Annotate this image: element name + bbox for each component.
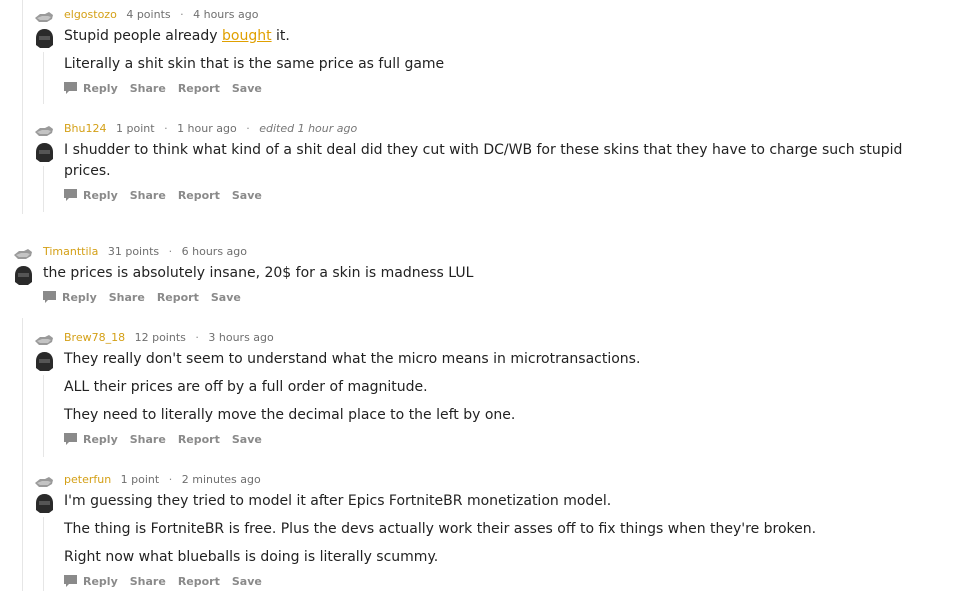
comment-body-line: I shudder to think what kind of a shit d… xyxy=(64,142,903,158)
report-button[interactable]: Report xyxy=(157,291,199,304)
reply-button[interactable]: Reply xyxy=(83,82,118,95)
points-text: 1 point xyxy=(116,122,155,135)
share-button[interactable]: Share xyxy=(109,291,145,304)
comment-body-line: ALL their prices are off by a full order… xyxy=(64,379,428,395)
body-text: it. xyxy=(271,28,290,44)
helmet-avatar-icon xyxy=(36,352,53,371)
comment-body-line: The thing is FortniteBR is free. Plus th… xyxy=(64,521,817,537)
comment-actions: Reply Share Report Save xyxy=(64,189,274,203)
meta-separator: · xyxy=(168,245,173,258)
helmet-avatar-icon xyxy=(15,266,32,285)
timestamp-text: 4 hours ago xyxy=(193,8,259,21)
meta-separator: · xyxy=(246,122,250,135)
save-button[interactable]: Save xyxy=(232,575,262,588)
save-button[interactable]: Save xyxy=(232,433,262,446)
upvote-arrow-icon[interactable] xyxy=(34,334,54,346)
speech-bubble-icon[interactable] xyxy=(64,433,77,445)
comment-body-line: I'm guessing they tried to model it afte… xyxy=(64,493,612,509)
report-button[interactable]: Report xyxy=(178,575,220,588)
points-text: 4 points xyxy=(126,8,171,21)
upvote-arrow-icon[interactable] xyxy=(34,125,54,137)
speech-bubble-icon[interactable] xyxy=(43,291,56,303)
comment-body-line: Stupid people already bought it. xyxy=(64,26,290,47)
author-link[interactable]: Brew78_18 xyxy=(64,331,125,344)
speech-bubble-icon[interactable] xyxy=(64,189,77,201)
save-button[interactable]: Save xyxy=(232,82,262,95)
author-link[interactable]: elgostozo xyxy=(64,8,117,21)
outer-thread-line[interactable] xyxy=(22,0,23,214)
comment-actions: Reply Share Report Save xyxy=(64,433,274,447)
upvote-arrow-icon[interactable] xyxy=(34,476,54,488)
share-button[interactable]: Share xyxy=(130,189,166,202)
timestamp-text: 1 hour ago xyxy=(177,122,237,135)
timestamp-text: 6 hours ago xyxy=(181,245,247,258)
points-text: 12 points xyxy=(134,331,186,344)
speech-bubble-icon[interactable] xyxy=(64,82,77,94)
reply-button[interactable]: Reply xyxy=(83,433,118,446)
reply-button[interactable]: Reply xyxy=(83,575,118,588)
comment-body-line: They need to literally move the decimal … xyxy=(64,407,516,423)
comment-thread-line[interactable] xyxy=(43,517,44,591)
comment-avatar xyxy=(34,11,54,49)
meta-separator: · xyxy=(164,122,168,135)
comment-body-line: prices. xyxy=(64,163,111,179)
report-button[interactable]: Report xyxy=(178,82,220,95)
comment-thread-line[interactable] xyxy=(43,166,44,212)
points-text: 31 points xyxy=(107,245,160,258)
meta-separator: · xyxy=(180,8,184,21)
comment-actions: Reply Share Report Save xyxy=(64,82,274,96)
inline-link[interactable]: bought xyxy=(222,28,272,44)
comment-actions: Reply Share Report Save xyxy=(64,575,274,589)
save-button[interactable]: Save xyxy=(211,291,241,304)
helmet-avatar-icon xyxy=(36,143,53,162)
comment-actions: Reply Share Report Save xyxy=(43,291,253,305)
comment-meta: Bhu124 1 point · 1 hour ago · edited 1 h… xyxy=(64,122,357,136)
upvote-arrow-icon[interactable] xyxy=(13,248,33,260)
points-text: 1 point xyxy=(120,473,160,486)
comment-body-line: the prices is absolutely insane, 20$ for… xyxy=(43,265,474,281)
timestamp-text: 2 minutes ago xyxy=(181,473,261,486)
comment-meta: elgostozo 4 points · 4 hours ago xyxy=(64,8,258,22)
comment-body-line: They really don't seem to understand wha… xyxy=(64,351,641,367)
meta-separator: · xyxy=(168,473,173,486)
author-link[interactable]: Bhu124 xyxy=(64,122,107,135)
comment-meta: Timanttila 31 points · 6 hours ago xyxy=(43,245,247,259)
reply-button[interactable]: Reply xyxy=(83,189,118,202)
report-button[interactable]: Report xyxy=(178,433,220,446)
comment-avatar xyxy=(34,334,54,372)
comment-body-line: Literally a shit skin that is the same p… xyxy=(64,56,445,72)
comment-body-line: Right now what blueballs is doing is lit… xyxy=(64,549,439,565)
author-link[interactable]: Timanttila xyxy=(43,245,98,258)
speech-bubble-icon[interactable] xyxy=(64,575,77,587)
share-button[interactable]: Share xyxy=(130,433,166,446)
edited-text: edited 1 hour ago xyxy=(259,122,358,135)
comment-meta: peterfun 1 point · 2 minutes ago xyxy=(64,473,261,487)
report-button[interactable]: Report xyxy=(178,189,220,202)
reply-button[interactable]: Reply xyxy=(62,291,97,304)
comment-thread-line[interactable] xyxy=(43,375,44,457)
share-button[interactable]: Share xyxy=(130,82,166,95)
meta-separator: · xyxy=(195,331,199,344)
share-button[interactable]: Share xyxy=(130,575,166,588)
helmet-avatar-icon xyxy=(36,29,53,48)
author-link[interactable]: peterfun xyxy=(64,473,111,486)
save-button[interactable]: Save xyxy=(232,189,262,202)
timestamp-text: 3 hours ago xyxy=(208,331,274,344)
comment-thread-line[interactable] xyxy=(43,52,44,104)
upvote-arrow-icon[interactable] xyxy=(34,11,54,23)
outer-thread-line-2[interactable] xyxy=(22,318,23,591)
helmet-avatar-icon xyxy=(36,494,53,513)
comment-avatar xyxy=(34,125,54,163)
comment-meta: Brew78_18 12 points · 3 hours ago xyxy=(64,331,274,345)
comment-avatar xyxy=(13,248,33,286)
body-text: Stupid people already xyxy=(64,28,222,44)
comment-avatar xyxy=(34,476,54,514)
